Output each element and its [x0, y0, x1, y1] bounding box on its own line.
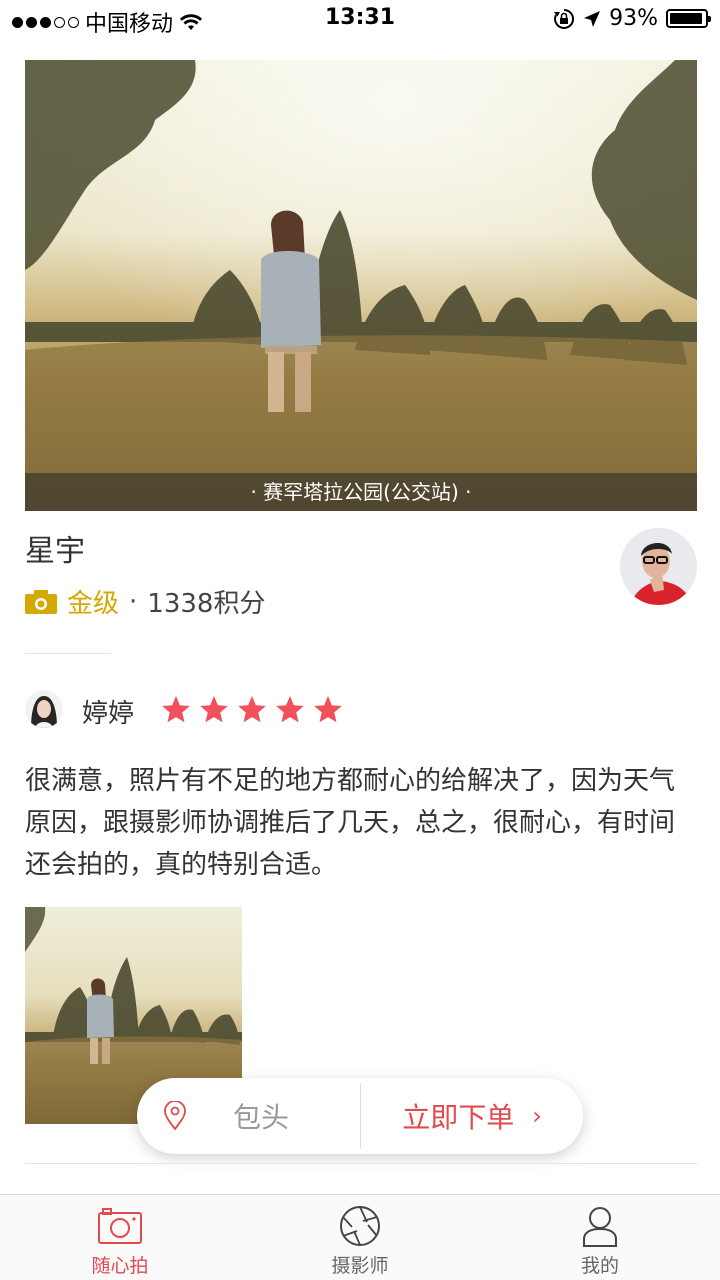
level-label: 金级 — [67, 589, 120, 619]
reviewer-name: 婷婷 — [82, 699, 135, 729]
orientation-lock-icon — [554, 8, 575, 29]
city-label: 包头 — [233, 1101, 290, 1134]
camera-icon — [98, 1208, 142, 1244]
photographer-level-row: 金级 · 1338积分 — [25, 583, 265, 620]
aperture-icon — [340, 1206, 380, 1246]
rating-stars — [160, 694, 344, 726]
star-icon — [314, 696, 342, 723]
hero-photo[interactable]: · 赛罕塔拉公园(公交站) · — [25, 60, 697, 511]
tab-label: 摄影师 — [331, 1255, 389, 1277]
section-divider — [25, 653, 111, 654]
tab-profile[interactable]: 我的 — [480, 1195, 720, 1280]
user-icon — [583, 1207, 617, 1247]
points-value: 1338积分 — [147, 589, 266, 619]
star-icon — [238, 696, 266, 723]
star-icon — [276, 696, 304, 723]
photographer-name: 星宇 — [25, 534, 85, 569]
review-text: 很满意，照片有不足的地方都耐心的给解决了，因为天气原因，跟摄影师协调推后了几天，… — [25, 766, 676, 880]
star-icon — [200, 696, 228, 723]
order-now-label: 立即下单 — [402, 1101, 515, 1134]
chevron-right-icon: › — [532, 1102, 542, 1130]
tab-bar: 随心拍 摄影师 我的 — [0, 1194, 720, 1280]
battery-icon — [666, 9, 711, 28]
status-bar: 中国移动 13:31 93% — [0, 0, 720, 38]
hero-scene — [25, 60, 697, 511]
content-divider — [25, 1163, 697, 1164]
camera-badge-icon — [25, 589, 57, 614]
status-right: 93% — [553, 6, 711, 31]
tab-label: 我的 — [580, 1255, 619, 1277]
level-separator: · — [129, 586, 138, 617]
location-caption: · 赛罕塔拉公园(公交站) · — [25, 473, 697, 511]
location-arrow-icon — [584, 10, 601, 27]
city-selector[interactable]: 包头 — [137, 1078, 360, 1154]
tab-label: 随心拍 — [91, 1255, 149, 1277]
tab-photographers[interactable]: 摄影师 — [240, 1195, 480, 1280]
reviewer-avatar[interactable] — [25, 690, 63, 728]
order-now-button[interactable]: 立即下单 › — [361, 1078, 583, 1154]
reviewer-avatar-image — [25, 690, 63, 728]
battery-percent: 93% — [609, 6, 658, 31]
order-bar: 包头 立即下单 › — [137, 1078, 583, 1154]
star-icon — [162, 696, 190, 723]
location-pin-icon — [164, 1101, 186, 1131]
avatar-image — [620, 528, 697, 605]
photographer-avatar[interactable] — [620, 528, 697, 605]
tab-shoot[interactable]: 随心拍 — [0, 1195, 240, 1280]
